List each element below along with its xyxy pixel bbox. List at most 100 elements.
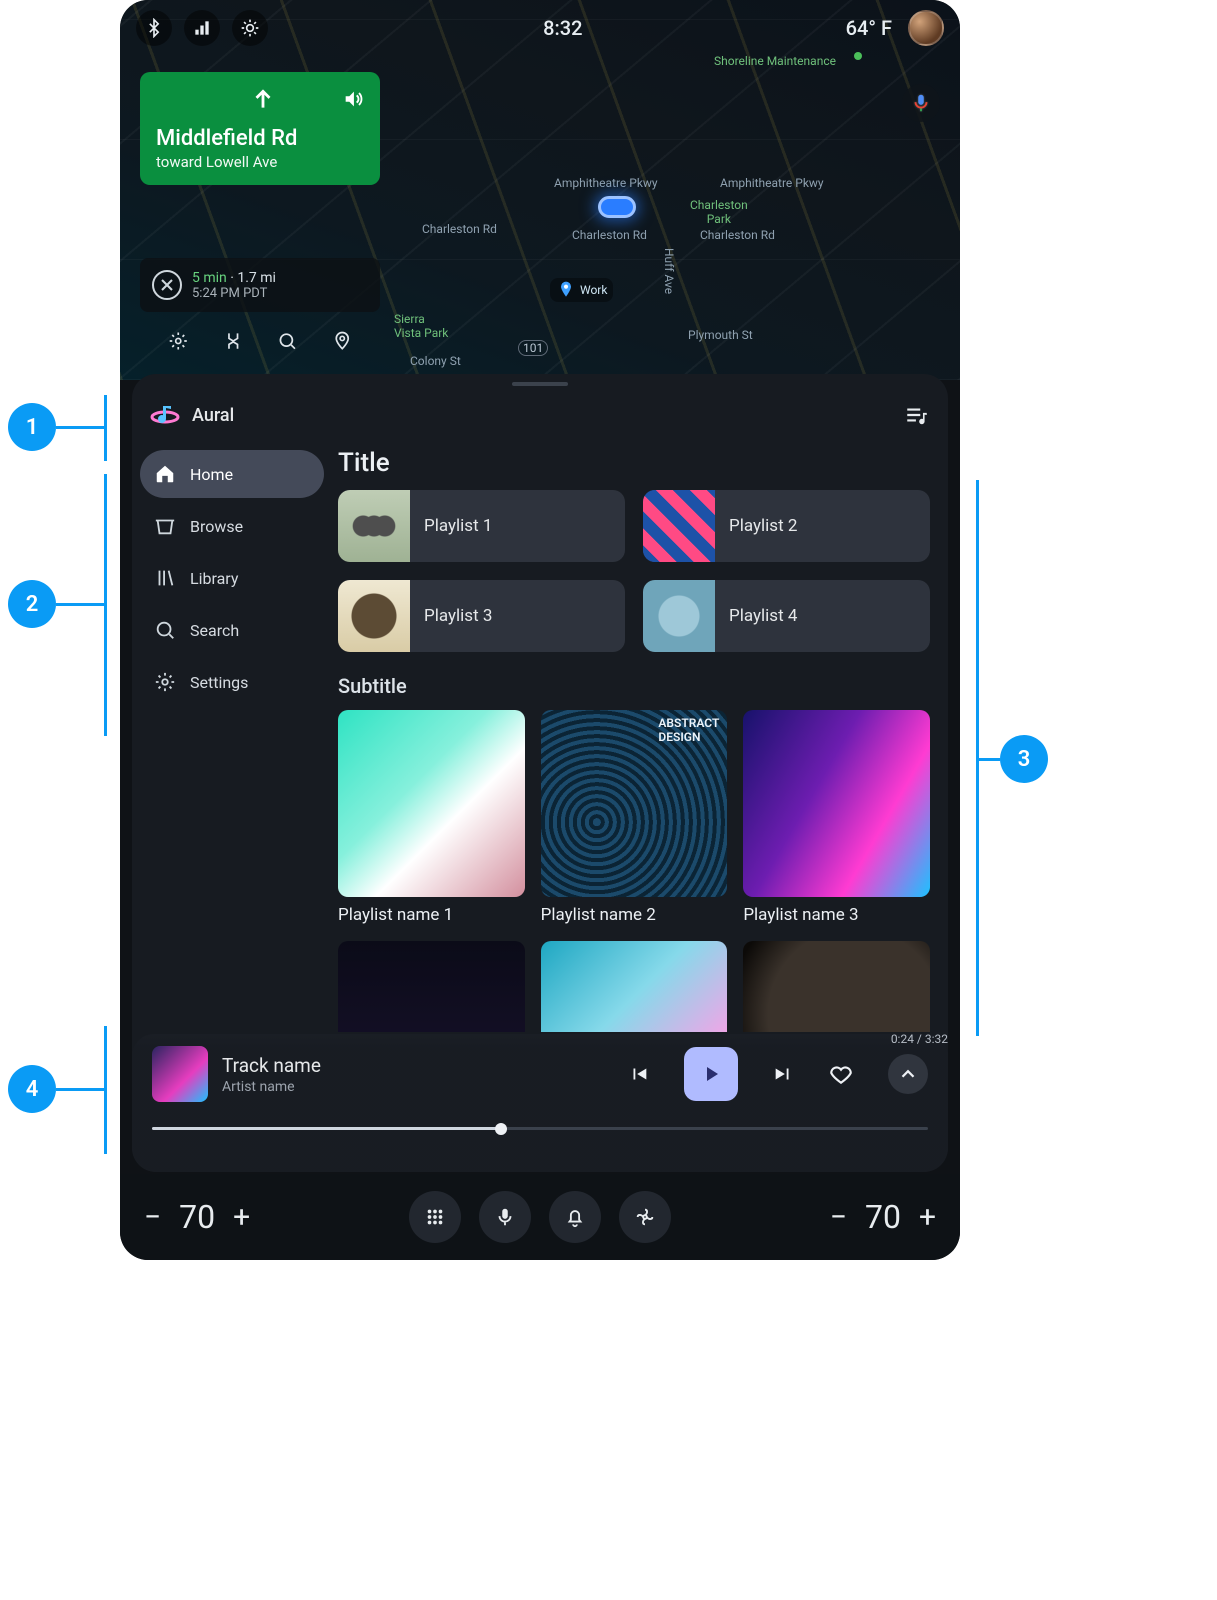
progress-fill	[152, 1127, 501, 1130]
playlist-card[interactable]: Playlist name 3	[743, 710, 930, 925]
brightness-icon	[240, 18, 260, 38]
apps-button[interactable]	[409, 1191, 461, 1243]
close-nav-button[interactable]	[152, 270, 182, 300]
notifications-button[interactable]	[549, 1191, 601, 1243]
app-logo-icon	[150, 400, 180, 430]
route-icon[interactable]	[223, 330, 244, 352]
sidebar-item-settings[interactable]: Settings	[140, 658, 324, 706]
map-label: Huff Ave	[662, 248, 676, 294]
location-pin-icon[interactable]	[332, 330, 353, 352]
map-poi-dot	[854, 52, 862, 60]
tile-label: Playlist 1	[410, 516, 492, 536]
tile-art	[643, 490, 715, 562]
signal-button[interactable]	[184, 10, 220, 46]
now-playing-meta[interactable]: Track name Artist name	[222, 1054, 321, 1095]
bell-icon	[564, 1206, 586, 1228]
playlist-card[interactable]: Playlist name 2	[541, 710, 728, 925]
search-icon	[154, 619, 176, 641]
map-label: Sierra Vista Park	[394, 312, 448, 340]
playlist-card[interactable]	[541, 941, 728, 1032]
temp-down-left[interactable]: −	[138, 1200, 167, 1235]
annotation-3-line	[978, 758, 1000, 761]
artist-name: Artist name	[222, 1079, 321, 1095]
user-location	[598, 196, 636, 218]
temp-up-right[interactable]: +	[913, 1200, 942, 1235]
temp-right: 70	[865, 1198, 901, 1236]
card-art	[743, 941, 930, 1032]
content-area[interactable]: Title Playlist 1 Playlist 2 Playlist 3 P…	[332, 444, 948, 1032]
progress-knob[interactable]	[495, 1123, 507, 1135]
apps-grid-icon	[424, 1206, 446, 1228]
annotation-1-bracket	[104, 395, 107, 461]
sidebar-item-search[interactable]: Search	[140, 606, 324, 654]
next-button[interactable]	[772, 1063, 794, 1085]
bluetooth-button[interactable]	[136, 10, 172, 46]
assistant-button[interactable]	[479, 1191, 531, 1243]
temperature-readout: 64° F	[846, 16, 892, 40]
map-label: Charleston Rd	[422, 222, 497, 236]
sidebar-item-label: Settings	[190, 673, 248, 692]
card-art	[743, 710, 930, 897]
map-label: Amphitheatre Pkwy	[720, 176, 824, 190]
map-label: Charleston Rd	[700, 228, 775, 242]
prev-button[interactable]	[628, 1063, 650, 1085]
now-playing-bar: Track name Artist name	[132, 1034, 948, 1172]
playlist-tile[interactable]: Playlist 3	[338, 580, 625, 652]
nav-rail: Home Browse Library Search	[132, 444, 332, 1032]
queue-button[interactable]	[904, 402, 930, 428]
map-label: Plymouth St	[688, 328, 753, 342]
annotation-4-bracket	[104, 1026, 107, 1154]
temp-down-right[interactable]: −	[824, 1200, 853, 1235]
playlist-tile[interactable]: Playlist 4	[643, 580, 930, 652]
profile-avatar[interactable]	[908, 10, 944, 46]
nav-direction-card[interactable]: Middlefield Rd toward Lowell Ave	[140, 72, 380, 185]
sound-on-icon[interactable]	[342, 88, 364, 110]
mic-icon	[494, 1206, 516, 1228]
sidebar-item-library[interactable]: Library	[140, 554, 324, 602]
card-label: Playlist name 2	[541, 905, 728, 925]
card-art	[541, 941, 728, 1032]
map-label: Amphitheatre Pkwy	[554, 176, 658, 190]
hvac-button[interactable]	[619, 1191, 671, 1243]
track-name: Track name	[222, 1054, 321, 1077]
heart-icon	[828, 1061, 854, 1087]
search-icon[interactable]	[277, 330, 298, 352]
card-art	[541, 710, 728, 897]
nav-eta-bar[interactable]: 5 min · 1.7 mi 5:24 PM PDT	[140, 258, 380, 312]
playlist-card[interactable]: Playlist name 1	[338, 710, 525, 925]
map-label: Colony St	[410, 354, 461, 368]
favorite-button[interactable]	[828, 1061, 854, 1087]
expand-button[interactable]	[888, 1054, 928, 1094]
temp-up-left[interactable]: +	[227, 1200, 256, 1235]
playlist-tile[interactable]: Playlist 2	[643, 490, 930, 562]
map-label-park: Charleston Park	[690, 198, 748, 226]
eta-line1: 5 min · 1.7 mi	[192, 270, 276, 286]
device-frame: Shoreline Maintenance Amphitheatre Pkwy …	[120, 0, 960, 1260]
map-chip-work[interactable]: Work	[550, 278, 613, 302]
system-bar: − 70 + − 70 +	[120, 1174, 960, 1260]
gear-icon[interactable]	[168, 330, 189, 352]
sidebar-item-browse[interactable]: Browse	[140, 502, 324, 550]
map-label: Charleston Rd	[572, 228, 647, 242]
pin-icon	[556, 280, 576, 300]
progress-bar[interactable]	[152, 1120, 928, 1138]
playlist-tile[interactable]: Playlist 1	[338, 490, 625, 562]
playlist-card[interactable]	[338, 941, 525, 1032]
now-playing-art[interactable]	[152, 1046, 208, 1102]
map-background[interactable]: Shoreline Maintenance Amphitheatre Pkwy …	[120, 0, 960, 380]
map-shield-101: 101	[518, 340, 548, 356]
card-art	[338, 710, 525, 897]
brightness-button[interactable]	[232, 10, 268, 46]
playlist-card[interactable]	[743, 941, 930, 1032]
card-label: Playlist name 3	[743, 905, 930, 925]
section-subtitle: Subtitle	[338, 674, 930, 698]
sidebar-item-label: Home	[190, 465, 233, 484]
time-display: 0:24 / 3:32	[891, 1032, 948, 1046]
close-icon	[157, 275, 177, 295]
voice-button[interactable]	[902, 84, 940, 122]
annotation-2-bracket	[104, 474, 107, 736]
nav-subtitle: toward Lowell Ave	[156, 153, 364, 171]
play-button[interactable]	[684, 1047, 738, 1101]
sidebar-item-home[interactable]: Home	[140, 450, 324, 498]
drag-handle[interactable]	[512, 382, 568, 386]
